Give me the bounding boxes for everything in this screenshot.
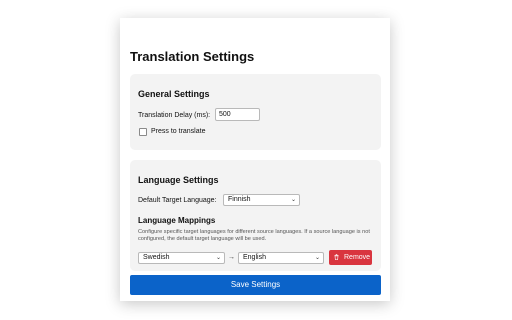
chevron-down-icon: ⌄ [314,255,320,261]
chevron-down-icon: ⌄ [290,197,296,203]
default-target-language-value: Finnish [228,196,251,203]
target-language-value: English [243,254,266,261]
default-target-language-select[interactable]: Finnish ⌄ [223,194,300,206]
press-to-translate-label: Press to translate [151,128,206,135]
chevron-down-icon: ⌄ [215,255,221,261]
translation-delay-input[interactable]: 500 [215,108,260,121]
remove-button-label: Remove [344,254,371,261]
source-language-value: Swedish [143,254,170,261]
press-to-translate-checkbox[interactable] [139,128,147,136]
trash-icon [334,254,339,260]
remove-mapping-button[interactable]: Remove [329,250,372,265]
translation-delay-label: Translation Delay (ms): [138,112,211,119]
page-title: Translation Settings [130,49,255,64]
default-target-language-label: Default Target Language: [138,197,217,204]
target-language-select[interactable]: English ⌄ [238,252,324,264]
general-settings-title: General Settings [138,89,210,99]
save-settings-button[interactable]: Save Settings [130,275,381,295]
general-settings-section: General Settings Translation Delay (ms):… [130,74,381,150]
language-mappings-description: Configure specific target languages for … [138,229,370,242]
mapping-arrow-icon: → [228,254,235,261]
language-settings-section: Language Settings Default Target Languag… [130,160,381,271]
settings-panel: Translation Settings General Settings Tr… [120,18,390,301]
language-settings-title: Language Settings [138,175,219,185]
source-language-select[interactable]: Swedish ⌄ [138,252,225,264]
language-mappings-title: Language Mappings [138,216,216,225]
